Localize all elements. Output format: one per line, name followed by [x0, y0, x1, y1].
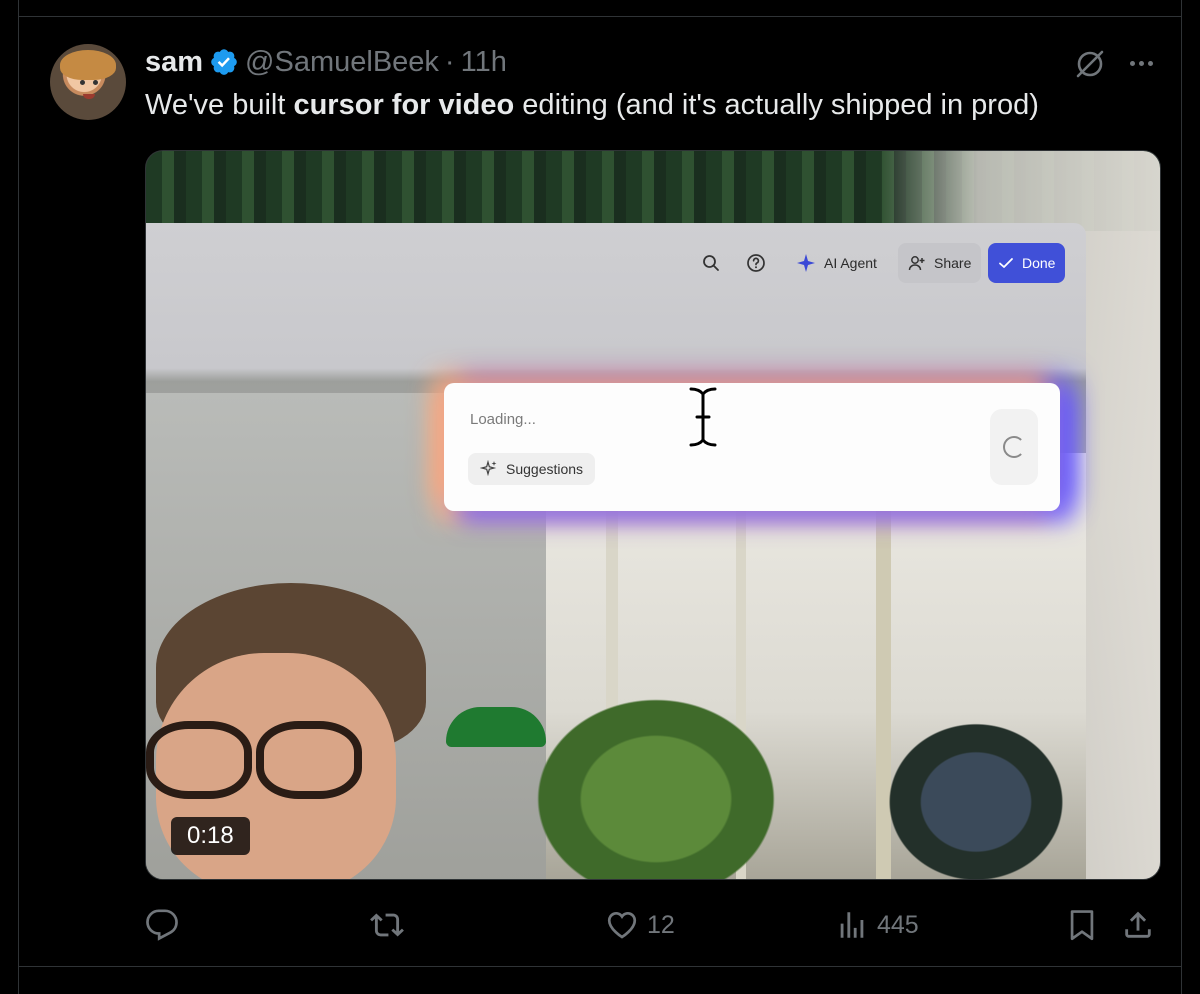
tweet-text-bold: cursor for video — [293, 89, 515, 121]
bookmark-button[interactable] — [1065, 900, 1099, 950]
tweet-bottom-divider — [18, 966, 1182, 967]
more-options-icon[interactable] — [1124, 48, 1158, 78]
retweet-icon — [370, 913, 404, 937]
like-button[interactable]: 12 — [605, 900, 675, 950]
view-count: 445 — [877, 910, 919, 939]
author-handle[interactable]: @SamuelBeek — [245, 46, 439, 79]
search-icon[interactable] — [701, 253, 721, 273]
video-duration: 0:18 — [171, 817, 250, 855]
tweet-text: We've built cursor for video editing (an… — [145, 89, 1039, 121]
tweet-timestamp[interactable]: 11h — [461, 46, 507, 79]
views-button[interactable]: 445 — [835, 900, 919, 950]
like-count: 12 — [647, 910, 675, 939]
tweet-actions: 12 445 — [145, 900, 1159, 950]
bookmark-icon — [1070, 910, 1094, 941]
spinner-icon — [1003, 436, 1025, 458]
share-icon — [1125, 911, 1151, 938]
analytics-icon — [840, 912, 864, 938]
header-separator: · — [444, 45, 455, 78]
ai-loading-text: Loading... — [470, 411, 536, 428]
add-user-icon — [908, 256, 925, 271]
timeline-left-border — [18, 0, 19, 994]
reply-button[interactable] — [145, 900, 179, 950]
author-name[interactable]: sam — [145, 46, 203, 79]
timeline-right-border — [1181, 0, 1182, 994]
suggestions-button[interactable]: Suggestions — [468, 453, 596, 485]
verified-badge-icon — [211, 49, 237, 75]
ai-agent-button[interactable]: AI Agent — [786, 243, 887, 283]
help-icon[interactable] — [746, 253, 766, 273]
sparkle-icon — [797, 254, 815, 272]
editor-app-window: AI Agent Share Done Loading... Suggestio… — [146, 223, 1086, 879]
ai-agent-panel[interactable]: Loading... Suggestions — [444, 383, 1060, 511]
editor-toolbar: AI Agent Share Done — [146, 243, 1071, 283]
heart-icon — [607, 912, 637, 939]
share-tweet-button[interactable] — [1121, 900, 1155, 950]
sparkles-icon — [480, 460, 497, 477]
grok-icon[interactable] — [1072, 46, 1108, 82]
checkmark-icon — [999, 258, 1013, 268]
tweet-header: sam @SamuelBeek · 11h — [145, 44, 507, 80]
retweet-button[interactable] — [370, 900, 404, 950]
done-button[interactable]: Done — [988, 243, 1066, 283]
author-avatar[interactable] — [50, 44, 126, 120]
share-button[interactable]: Share — [898, 243, 982, 283]
reply-icon — [146, 909, 178, 941]
text-cursor-icon — [687, 385, 719, 449]
video-player[interactable]: AI Agent Share Done Loading... Suggestio… — [145, 150, 1161, 880]
tweet-top-divider — [18, 16, 1182, 17]
loading-spinner — [990, 409, 1038, 485]
